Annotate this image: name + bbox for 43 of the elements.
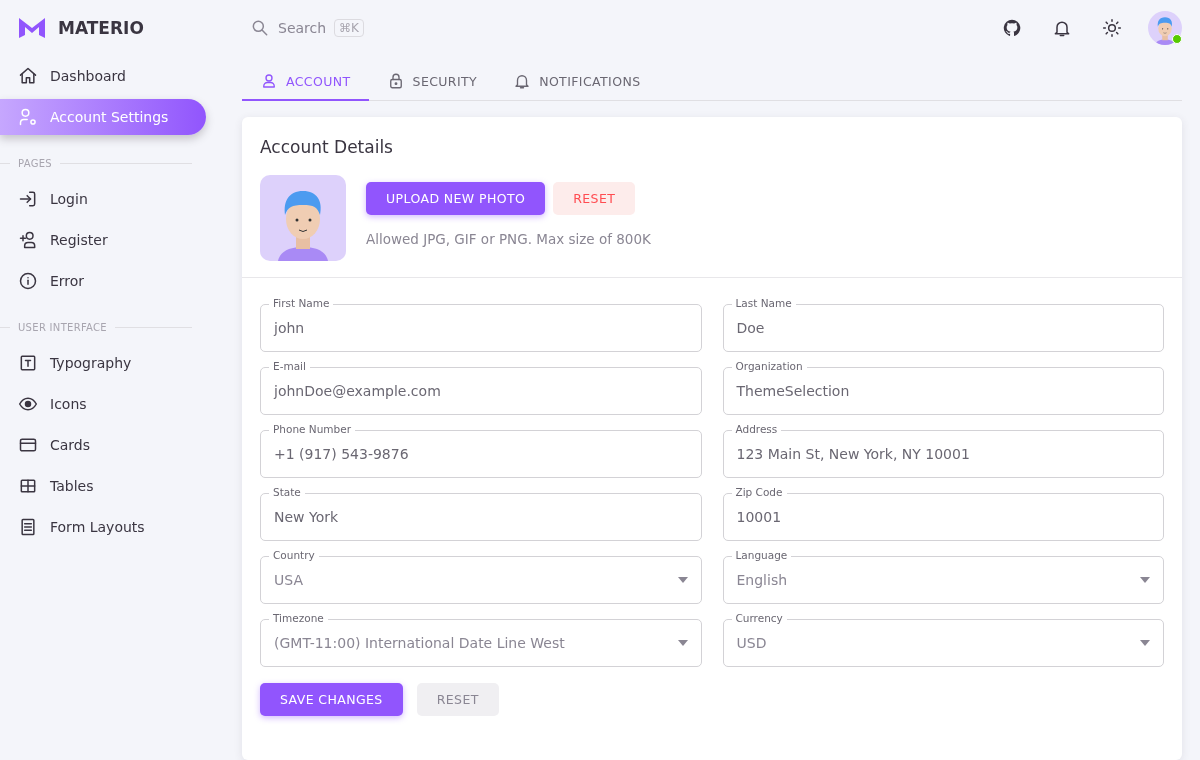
user-icon [260, 72, 278, 90]
user-avatar [1148, 10, 1182, 45]
logo-icon [18, 17, 46, 39]
section-heading: PAGES [18, 158, 52, 169]
sidebar-item[interactable]: Icons [0, 386, 206, 422]
tab[interactable]: ACCOUNT [242, 61, 369, 101]
caret-icon [1140, 640, 1150, 646]
github-icon [1002, 17, 1022, 38]
bell-icon [513, 72, 532, 90]
search-field[interactable]: Search [278, 19, 327, 36]
caret-icon [677, 640, 688, 646]
shortcut-hint: ⌘K [334, 18, 364, 37]
login-icon [18, 189, 38, 209]
home-icon [18, 66, 38, 86]
caret-icon [677, 577, 688, 583]
user-plus-icon [18, 230, 38, 250]
user-gear-icon [18, 107, 38, 127]
info-circle-icon [18, 271, 38, 291]
form-icon [18, 517, 38, 537]
section-heading: USER INTERFACE [18, 322, 107, 333]
text-box-icon [18, 353, 38, 373]
table-icon [18, 476, 38, 496]
brand-name: MATERIO [58, 18, 144, 38]
caret-icon [1140, 577, 1150, 583]
eye-icon [18, 394, 38, 414]
sidebar-item[interactable]: Register [0, 222, 206, 258]
sidebar-item[interactable]: Login [0, 181, 206, 217]
card-title: Account Details [260, 137, 394, 157]
sidebar-item[interactable]: Dashboard [0, 58, 206, 94]
reset-button[interactable]: RESET [416, 683, 499, 716]
sidebar-item[interactable]: Cards [0, 427, 206, 463]
sidebar-item[interactable]: Error [0, 263, 206, 299]
upload-hint: Allowed JPG, GIF or PNG. Max size of 800K [366, 231, 651, 247]
save-changes-button[interactable]: SAVE CHANGES [260, 683, 403, 716]
sun-icon [1102, 17, 1122, 38]
tab[interactable]: NOTIFICATIONS [495, 61, 659, 101]
sidebar-item[interactable]: Typography [0, 345, 206, 381]
tab[interactable]: SECURITY [368, 61, 496, 101]
upload-photo-button[interactable]: UPLOAD NEW PHOTO [366, 182, 546, 215]
sidebar-item[interactable]: Tables [0, 468, 206, 504]
sidebar-item[interactable]: Account Settings [0, 99, 206, 135]
card-icon [18, 435, 38, 455]
sidebar-item[interactable]: Form Layouts [0, 509, 206, 545]
